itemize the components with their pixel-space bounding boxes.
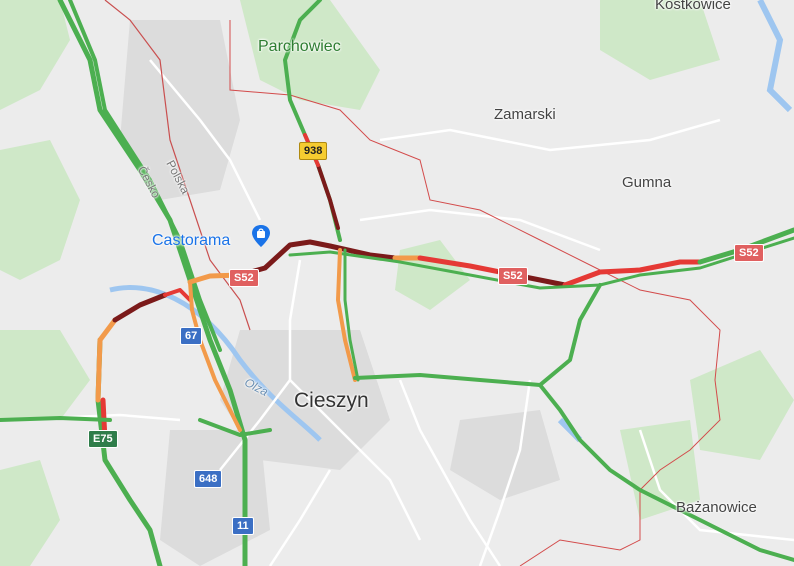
place-gumna: Gumna: [622, 174, 672, 191]
shopping-bag-icon[interactable]: [249, 224, 273, 248]
road-shield-e75: E75: [88, 430, 118, 448]
road-shield-s52: S52: [229, 269, 259, 287]
road-shield-11: 11: [232, 517, 254, 535]
map-canvas: [0, 0, 794, 566]
place-zamarski: Zamarski: [494, 106, 556, 123]
road-shield-s52: S52: [498, 267, 528, 285]
place-kostkowice: Kostkowice: [655, 0, 731, 13]
place-bazanowice: Bażanowice: [676, 499, 757, 516]
road-shield-s52: S52: [734, 244, 764, 262]
place-parchowiec: Parchowiec: [258, 38, 341, 55]
road-shield-648: 648: [194, 470, 223, 488]
road-shield-67: 67: [180, 327, 203, 345]
place-cieszyn: Cieszyn: [294, 389, 369, 412]
road-shield-938: 938: [299, 142, 328, 160]
map-view[interactable]: Kostkowice Parchowiec Zamarski Gumna Cas…: [0, 0, 794, 566]
poi-castorama-label[interactable]: Castorama: [152, 232, 230, 250]
